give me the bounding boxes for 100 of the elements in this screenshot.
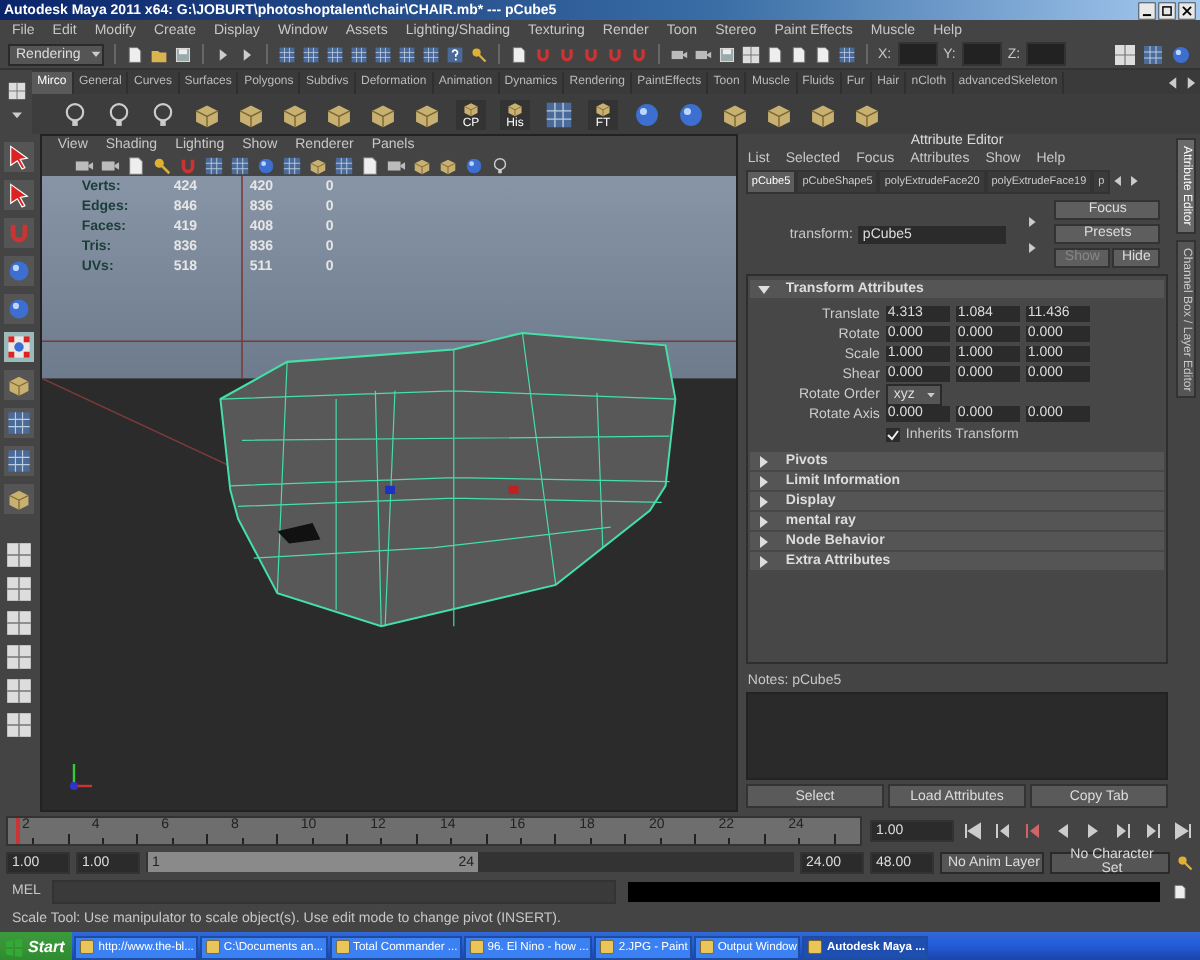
cube-icon[interactable] [411, 155, 432, 175]
cube-icon [592, 99, 614, 117]
step-forward-key-icon[interactable] [1142, 819, 1164, 841]
document-icon[interactable] [510, 43, 528, 65]
tool-button[interactable] [4, 370, 35, 400]
camera-icon[interactable] [99, 155, 120, 175]
tool-button[interactable] [4, 294, 35, 324]
tool-button[interactable] [4, 142, 35, 172]
go-to-end-icon[interactable] [1172, 819, 1194, 841]
grid-icon[interactable] [838, 43, 856, 65]
grid-icon[interactable] [1142, 43, 1164, 65]
bulb-icon[interactable] [148, 99, 178, 129]
caret-icon [923, 387, 938, 401]
document-icon[interactable] [790, 43, 808, 65]
layout-icon[interactable] [6, 712, 33, 738]
grid-icon[interactable] [302, 43, 320, 65]
layout-icon[interactable] [6, 542, 33, 568]
key-icon[interactable] [151, 155, 172, 175]
chair-model-drawing[interactable] [219, 331, 677, 628]
app-icon [598, 938, 617, 956]
layout-icon[interactable] [6, 644, 33, 670]
sphere-icon[interactable] [255, 155, 276, 175]
sphere-icon [6, 258, 33, 284]
grid-icon[interactable] [398, 43, 416, 65]
document-icon[interactable] [1172, 883, 1188, 899]
sphere-icon[interactable] [1170, 43, 1192, 65]
tool-button[interactable] [4, 332, 35, 362]
camera-icon[interactable] [385, 155, 406, 175]
app-icon [333, 938, 352, 956]
step-back-frame-icon[interactable] [1022, 819, 1044, 841]
scroll-left-icon[interactable] [1110, 172, 1127, 190]
checkbox[interactable] [885, 427, 900, 441]
grid-icon[interactable] [350, 43, 368, 65]
layout-icon[interactable] [742, 43, 760, 65]
layout-icon[interactable] [6, 678, 33, 704]
cube-icon [6, 486, 33, 512]
bulb-icon[interactable] [104, 99, 134, 129]
notes-field[interactable] [745, 692, 1169, 780]
sphere-icon [6, 296, 33, 322]
camera-icon[interactable] [73, 155, 94, 175]
axis-icon [65, 758, 98, 794]
question-icon[interactable] [446, 43, 464, 65]
coordinate-field[interactable] [1026, 42, 1067, 66]
document-icon[interactable] [766, 43, 784, 65]
grid-icon[interactable] [333, 155, 354, 175]
document-icon[interactable] [126, 43, 144, 65]
tool-button[interactable] [4, 256, 35, 286]
tool-button[interactable] [4, 446, 35, 476]
step-back-key-icon[interactable] [992, 819, 1014, 841]
app-icon [467, 938, 486, 956]
key-icon[interactable] [1176, 853, 1194, 871]
grid-icon [6, 410, 33, 436]
scroll-right-icon[interactable] [1126, 172, 1143, 190]
cube-icon[interactable] [307, 155, 328, 175]
tool-button[interactable] [4, 408, 35, 438]
shelf-menu-icon[interactable] [7, 81, 25, 99]
grid-icon[interactable] [544, 99, 574, 129]
scale-tool-icon [6, 334, 33, 360]
sphere-icon[interactable] [632, 99, 662, 129]
tool-button[interactable] [4, 180, 35, 210]
step-forward-frame-icon[interactable] [1112, 819, 1134, 841]
layout-icon[interactable] [6, 576, 33, 602]
cursor-icon [6, 144, 33, 170]
app-icon [203, 938, 222, 956]
app-icon [78, 938, 97, 956]
save-icon[interactable] [718, 43, 736, 65]
maximize-icon [1158, 1, 1176, 19]
layout-icon[interactable] [6, 610, 33, 636]
grid-icon[interactable] [229, 155, 250, 175]
cube-icon[interactable] [437, 155, 458, 175]
document-icon[interactable] [814, 43, 832, 65]
grid-icon[interactable] [326, 43, 344, 65]
cube-icon [460, 99, 482, 117]
grid-icon [6, 448, 33, 474]
grid-icon[interactable] [203, 155, 224, 175]
bulb-icon[interactable] [489, 155, 510, 175]
coordinate-field[interactable] [961, 42, 1002, 66]
close-icon [1178, 1, 1196, 19]
go-to-start-icon[interactable] [962, 819, 984, 841]
minimize-icon [1138, 1, 1156, 19]
save-icon[interactable] [174, 43, 192, 65]
grid-icon[interactable] [422, 43, 440, 65]
cube-icon [504, 99, 526, 117]
start-button[interactable]: Start [0, 932, 73, 960]
current-time-marker[interactable] [16, 817, 20, 843]
cube-icon [6, 372, 33, 398]
layout-icon[interactable] [1114, 43, 1136, 65]
grid-icon[interactable] [278, 43, 296, 65]
sphere-icon[interactable] [676, 99, 706, 129]
tool-button[interactable] [4, 484, 35, 514]
maximize-button[interactable] [1158, 1, 1176, 19]
key-icon[interactable] [470, 43, 488, 65]
grid-icon[interactable] [374, 43, 392, 65]
sphere-icon[interactable] [463, 155, 484, 175]
minimize-button[interactable] [1138, 1, 1156, 19]
caret-icon [88, 46, 105, 62]
bulb-icon[interactable] [60, 99, 90, 129]
coordinate-field[interactable] [897, 42, 938, 66]
close-button[interactable] [1178, 1, 1196, 19]
grid-icon[interactable] [281, 155, 302, 175]
